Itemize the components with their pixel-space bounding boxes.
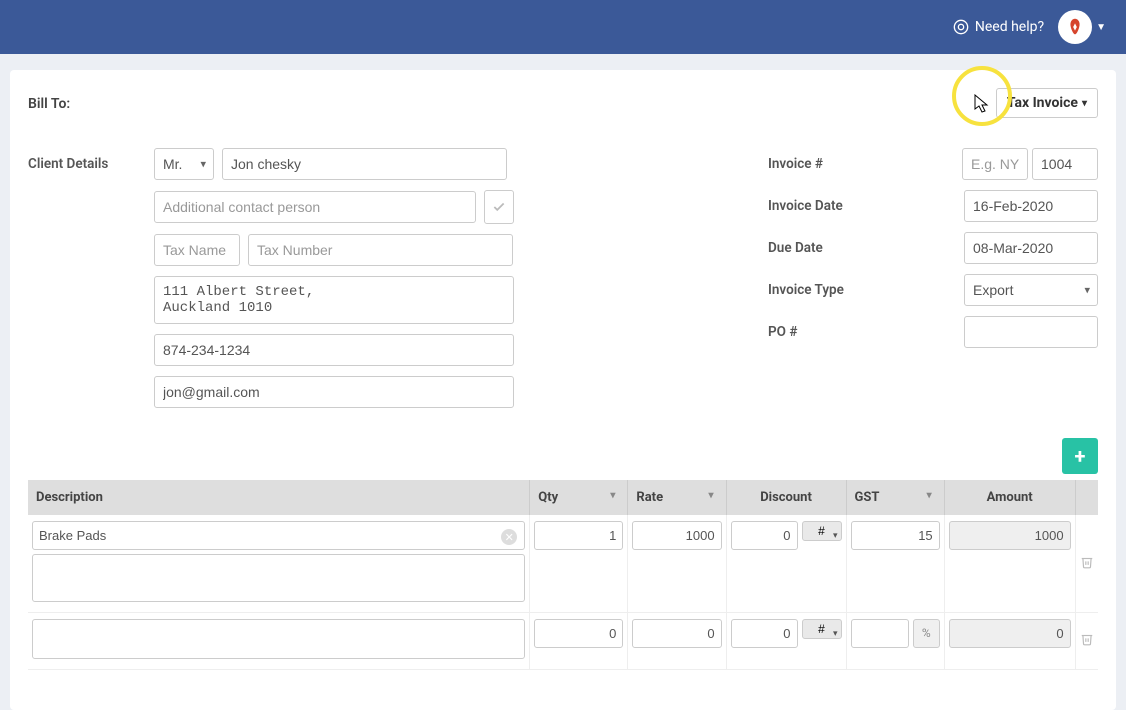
add-line-button[interactable]: + [1062,438,1098,474]
col-description: Description [28,480,530,515]
line-gst-input[interactable] [851,521,940,550]
invoice-number-label: Invoice # [768,156,962,172]
bill-to-label: Bill To: [16,88,70,112]
discount-type-select[interactable]: # [802,521,842,541]
client-details-section: Client Details Mr. [28,148,728,418]
col-actions [1075,480,1098,515]
phone-input[interactable] [154,334,514,366]
invoice-type-label: Invoice Type [768,282,964,298]
plus-icon: + [1075,444,1086,468]
line-notes-input[interactable] [32,554,525,602]
need-help-link[interactable]: Need help? [953,19,1044,35]
col-discount: Discount [726,480,846,515]
line-qty-input[interactable] [534,521,623,550]
avatar [1058,10,1092,44]
col-amount: Amount [944,480,1075,515]
line-desc-input[interactable] [32,521,525,550]
due-date-input[interactable] [964,232,1098,264]
invoice-type-select[interactable]: Export [964,274,1098,306]
check-icon [492,200,506,214]
invoice-date-label: Invoice Date [768,198,964,214]
line-desc-input[interactable] [32,619,525,659]
salutation-select[interactable]: Mr. [154,148,214,180]
tax-number-input[interactable] [248,234,513,266]
line-amount-output [949,521,1071,550]
address-input[interactable] [154,276,514,324]
additional-contact-input[interactable] [154,191,476,223]
tax-name-input[interactable] [154,234,240,266]
discount-type-select[interactable]: # [802,619,842,639]
invoice-meta-section: Invoice # Invoice Date Due Date Invoice … [768,148,1098,418]
invoice-panel: Bill To: Tax Invoice ▾ Client Details Mr… [10,70,1116,710]
chevron-down-icon: ▾ [1082,98,1087,109]
col-qty: Qty▾ [530,480,628,515]
invoice-prefix-input[interactable] [962,148,1028,180]
invoice-date-input[interactable] [964,190,1098,222]
avatar-drop-icon [1064,16,1086,38]
col-rate: Rate▾ [628,480,726,515]
table-row: ✕ # [28,515,1098,613]
po-number-input[interactable] [964,316,1098,348]
confirm-contact-button[interactable] [484,190,514,224]
topbar: Need help? ▼ [0,0,1126,54]
chevron-down-icon[interactable]: ▾ [709,490,718,501]
line-discount-input[interactable] [731,521,798,550]
chevron-down-icon[interactable]: ▾ [927,490,936,501]
line-items-table: Description Qty▾ Rate▾ Discount GST▾ Amo… [28,480,1098,670]
client-details-label: Client Details [28,156,146,172]
line-rate-input[interactable] [632,521,721,550]
due-date-label: Due Date [768,240,964,256]
invoice-template-label: Tax Invoice [1007,95,1078,111]
trash-icon[interactable] [1080,555,1094,569]
client-name-input[interactable] [222,148,507,180]
table-row: # % [28,613,1098,670]
col-gst: GST▾ [846,480,944,515]
cursor-pointer-icon [974,94,990,114]
po-number-label: PO # [768,324,964,340]
chevron-down-icon[interactable]: ▾ [610,490,619,501]
invoice-number-input[interactable] [1032,148,1098,180]
help-icon [953,19,969,35]
user-menu[interactable]: ▼ [1058,10,1106,44]
invoice-template-dropdown[interactable]: Tax Invoice ▾ [996,88,1098,118]
email-input[interactable] [154,376,514,408]
help-label: Need help? [975,19,1044,35]
caret-down-icon: ▼ [1096,22,1106,33]
